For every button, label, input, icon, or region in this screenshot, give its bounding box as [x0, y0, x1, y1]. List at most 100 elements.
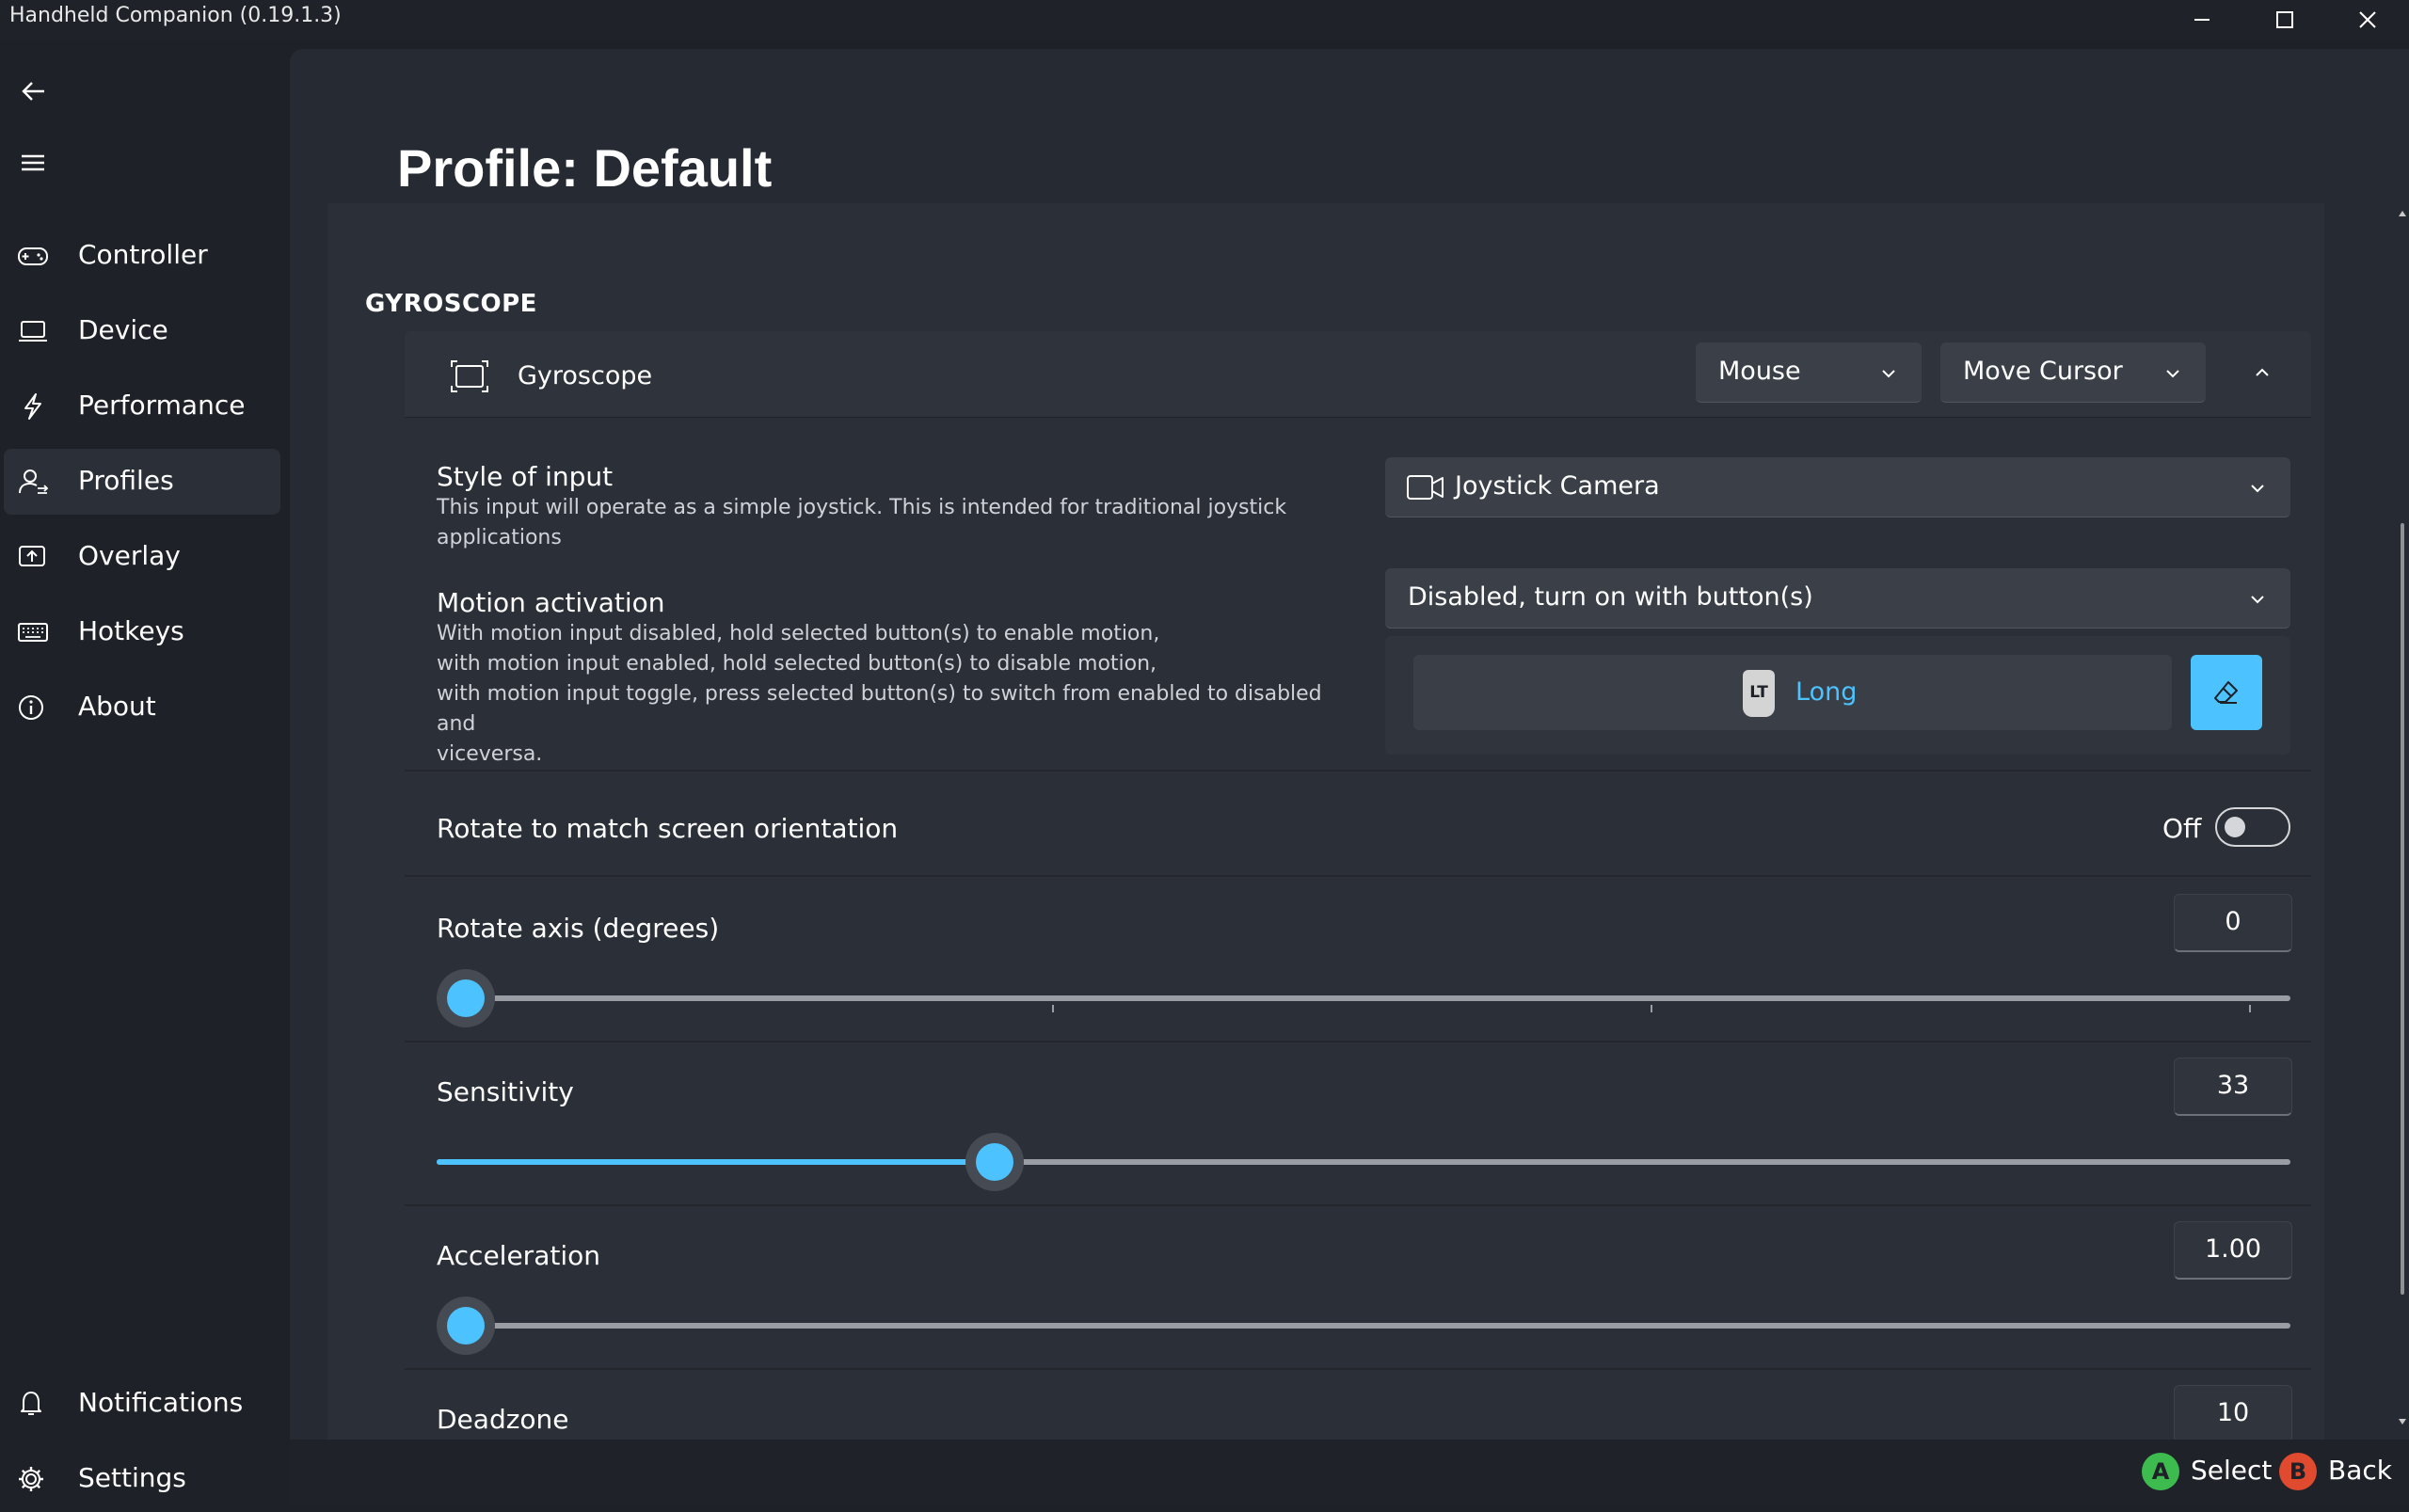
acceleration-value-box[interactable]: 1.00	[2174, 1221, 2292, 1280]
gyroscope-expander-header[interactable]: Gyroscope Mouse Move Cursor	[405, 331, 2311, 418]
chevron-down-icon	[1882, 370, 1895, 378]
rotate-orientation-toggle[interactable]	[2215, 807, 2290, 847]
keyboard-icon	[18, 623, 48, 642]
separator	[405, 1204, 2311, 1206]
scrollbar-thumb[interactable]	[2401, 523, 2404, 1295]
separator	[405, 1041, 2311, 1042]
dropdown-value: Joystick Camera	[1455, 471, 1660, 501]
acceleration-slider-thumb[interactable]	[437, 1297, 495, 1355]
overlay-icon	[19, 546, 45, 566]
separator	[405, 1368, 2311, 1370]
acceleration-slider-track[interactable]	[437, 1323, 2290, 1329]
style-of-input-dropdown[interactable]: Joystick Camera	[1385, 457, 2290, 517]
sensitivity-value-box[interactable]: 33	[2174, 1058, 2292, 1116]
eraser-icon	[2214, 681, 2238, 704]
info-icon	[19, 695, 43, 720]
lt-trigger-icon: LT	[1743, 670, 1775, 717]
vertical-scrollbar[interactable]	[2398, 207, 2407, 1430]
sidebar-item-label: Profiles	[78, 465, 174, 496]
close-button[interactable]	[2326, 0, 2409, 40]
slider-tick	[2249, 1005, 2251, 1012]
chevron-down-icon	[2251, 596, 2264, 604]
motion-activation-description: With motion input disabled, hold selecte…	[437, 619, 1340, 770]
sidebar-item-settings[interactable]: Settings	[4, 1446, 280, 1512]
toggle-knob	[2225, 817, 2245, 837]
select-hint-label[interactable]: Select	[2191, 1455, 2272, 1486]
maximize-button[interactable]	[2243, 0, 2326, 40]
sidebar-item-hotkeys[interactable]: Hotkeys	[4, 599, 280, 665]
rotate-axis-value-box[interactable]: 0	[2174, 894, 2292, 952]
lightning-icon	[24, 393, 41, 420]
clear-mapping-button[interactable]	[2191, 655, 2262, 730]
sidebar-item-notifications[interactable]: Notifications	[4, 1371, 280, 1437]
controller-hint-bar: A Select B Back	[290, 1440, 2409, 1505]
output-action-dropdown[interactable]: Move Cursor	[1940, 342, 2206, 403]
output-device-dropdown[interactable]: Mouse	[1696, 342, 1922, 403]
a-button-icon: A	[2142, 1453, 2179, 1490]
maximize-icon	[2276, 11, 2293, 28]
rotate-axis-slider-track[interactable]	[437, 995, 2290, 1001]
back-hint-label[interactable]: Back	[2328, 1455, 2392, 1486]
sidebar-item-label: Notifications	[78, 1387, 244, 1418]
sidebar-item-label: Performance	[78, 390, 246, 421]
minimize-icon	[2194, 19, 2210, 21]
title-bar: Handheld Companion (0.19.1.3)	[0, 0, 2409, 40]
dropdown-value: Mouse	[1718, 357, 1801, 386]
gear-icon	[19, 1467, 43, 1491]
activation-button-panel: LT Long	[1385, 636, 2290, 755]
sidebar-item-profiles[interactable]: Profiles	[4, 449, 280, 515]
rotate-orientation-title: Rotate to match screen orientation	[437, 813, 899, 844]
chevron-up-icon	[2256, 368, 2269, 376]
bell-icon	[21, 1392, 41, 1415]
collapse-expander-button[interactable]	[2234, 344, 2290, 401]
chevron-down-icon	[2166, 370, 2179, 378]
activation-button-mapping[interactable]: LT Long	[1413, 655, 2172, 730]
gamepad-icon	[18, 247, 48, 265]
sidebar-item-label: Settings	[78, 1462, 186, 1493]
sidebar-item-label: Device	[78, 314, 168, 345]
video-camera-icon	[1407, 475, 1444, 500]
sidebar-item-device[interactable]: Device	[4, 298, 280, 364]
sensitivity-slider-thumb[interactable]	[965, 1133, 1024, 1191]
gyroscope-label: Gyroscope	[518, 361, 653, 390]
description-line: with motion input enabled, hold selected…	[437, 652, 1157, 676]
button-press-type: Long	[1795, 677, 1858, 707]
hamburger-icon	[22, 154, 44, 171]
sidebar-item-about[interactable]: About	[4, 675, 280, 740]
style-of-input-title: Style of input	[437, 461, 614, 492]
style-of-input-description: This input will operate as a simple joys…	[437, 496, 1287, 549]
scroll-down-icon	[2399, 1419, 2406, 1424]
sidebar-item-overlay[interactable]: Overlay	[4, 524, 280, 590]
slider-tick	[1651, 1005, 1652, 1012]
toggle-state-label: Off	[2162, 813, 2202, 844]
hamburger-menu-button[interactable]	[9, 139, 56, 186]
motion-activation-dropdown[interactable]: Disabled, turn on with button(s)	[1385, 568, 2290, 629]
section-header: GYROSCOPE	[365, 290, 537, 318]
settings-scroll-area[interactable]: GYROSCOPE Gyroscope Mouse Move Cursor St…	[327, 203, 2324, 1441]
description-line: with motion input toggle, press selected…	[437, 682, 1322, 736]
minimize-button[interactable]	[2161, 0, 2243, 40]
rotate-axis-title: Rotate axis (degrees)	[437, 913, 720, 944]
dropdown-value: Move Cursor	[1963, 357, 2123, 386]
sidebar-item-performance[interactable]: Performance	[4, 374, 280, 439]
sidebar: Controller Device Performance Profiles O…	[0, 40, 290, 1505]
motion-activation-title: Motion activation	[437, 587, 665, 618]
separator	[405, 770, 2311, 772]
sidebar-item-label: Hotkeys	[78, 615, 184, 646]
acceleration-title: Acceleration	[437, 1240, 600, 1271]
back-nav-button[interactable]	[9, 68, 56, 115]
sidebar-item-label: Controller	[78, 239, 208, 270]
deadzone-value-box[interactable]: 10	[2174, 1385, 2292, 1441]
laptop-icon	[19, 321, 47, 342]
close-icon	[2359, 11, 2376, 28]
sidebar-item-controller[interactable]: Controller	[4, 223, 280, 289]
slider-tick	[1052, 1005, 1054, 1012]
sidebar-item-label: About	[78, 691, 156, 722]
scroll-up-icon	[2399, 211, 2406, 216]
page-title: Profile: Default	[397, 138, 773, 198]
app-title: Handheld Companion (0.19.1.3)	[9, 4, 342, 27]
chevron-down-icon	[2251, 485, 2264, 493]
dropdown-value: Disabled, turn on with button(s)	[1408, 582, 1813, 612]
separator	[405, 875, 2311, 877]
rotate-axis-slider-thumb[interactable]	[437, 969, 495, 1027]
